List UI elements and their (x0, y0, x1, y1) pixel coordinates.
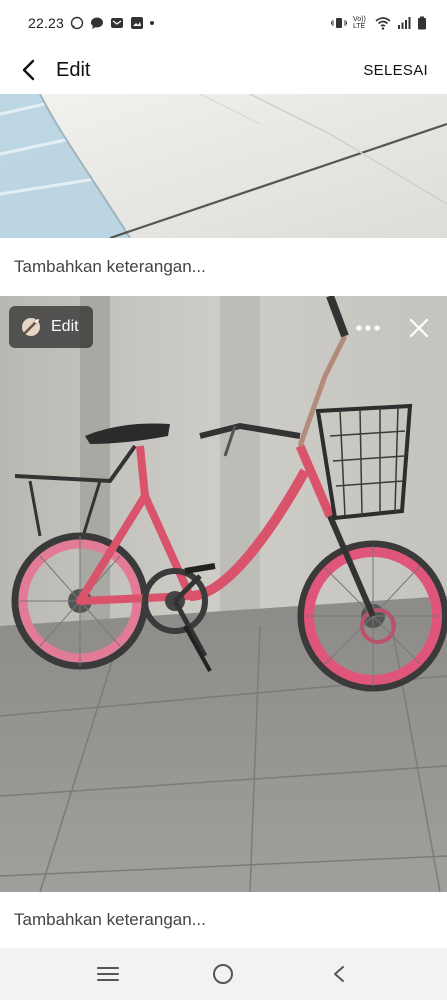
wifi-icon (375, 17, 391, 30)
more-options-button[interactable] (352, 312, 384, 344)
magic-wand-icon (22, 318, 40, 336)
remove-photo-button[interactable] (403, 312, 435, 344)
dot-icon (150, 21, 155, 25)
home-icon (213, 964, 234, 984)
photo-2[interactable]: Edit (0, 296, 447, 892)
status-right: Vo)) LTE (331, 16, 427, 30)
image-icon (131, 17, 144, 29)
back-button[interactable] (0, 46, 56, 94)
volte-icon: Vo)) LTE (353, 16, 366, 30)
system-nav-bar (0, 948, 447, 1000)
caption-input-1[interactable]: Tambahkan keterangan... (0, 238, 447, 296)
signal-icon (398, 17, 411, 29)
back-icon (334, 966, 345, 982)
page-title: Edit (56, 58, 91, 81)
status-left: 22.23 (28, 15, 155, 31)
chat-bubble-icon (91, 17, 104, 29)
done-button[interactable]: SELESAI (363, 62, 428, 79)
floor-tiles-image (0, 94, 447, 238)
more-horizontal-icon (356, 325, 380, 331)
caption-input-2[interactable]: Tambahkan keterangan... (0, 892, 447, 948)
bicycle-image (0, 296, 447, 892)
edit-photo-label: Edit (51, 318, 79, 335)
arrow-back-icon (22, 59, 35, 81)
recent-apps-icon (96, 967, 119, 981)
status-bar: 22.23 Vo)) LTE (0, 0, 447, 46)
status-time: 22.23 (28, 15, 65, 31)
battery-icon (418, 16, 426, 30)
close-icon (409, 318, 429, 338)
home-button[interactable] (201, 952, 245, 996)
photo-1[interactable] (0, 94, 447, 238)
vibrate-icon (331, 18, 347, 28)
app-bar: Edit SELESAI (0, 46, 447, 94)
system-back-button[interactable] (317, 952, 361, 996)
mail-icon (111, 18, 124, 28)
recent-apps-button[interactable] (86, 952, 130, 996)
whatsapp-icon (70, 16, 84, 30)
edit-photo-button[interactable]: Edit (9, 306, 93, 348)
